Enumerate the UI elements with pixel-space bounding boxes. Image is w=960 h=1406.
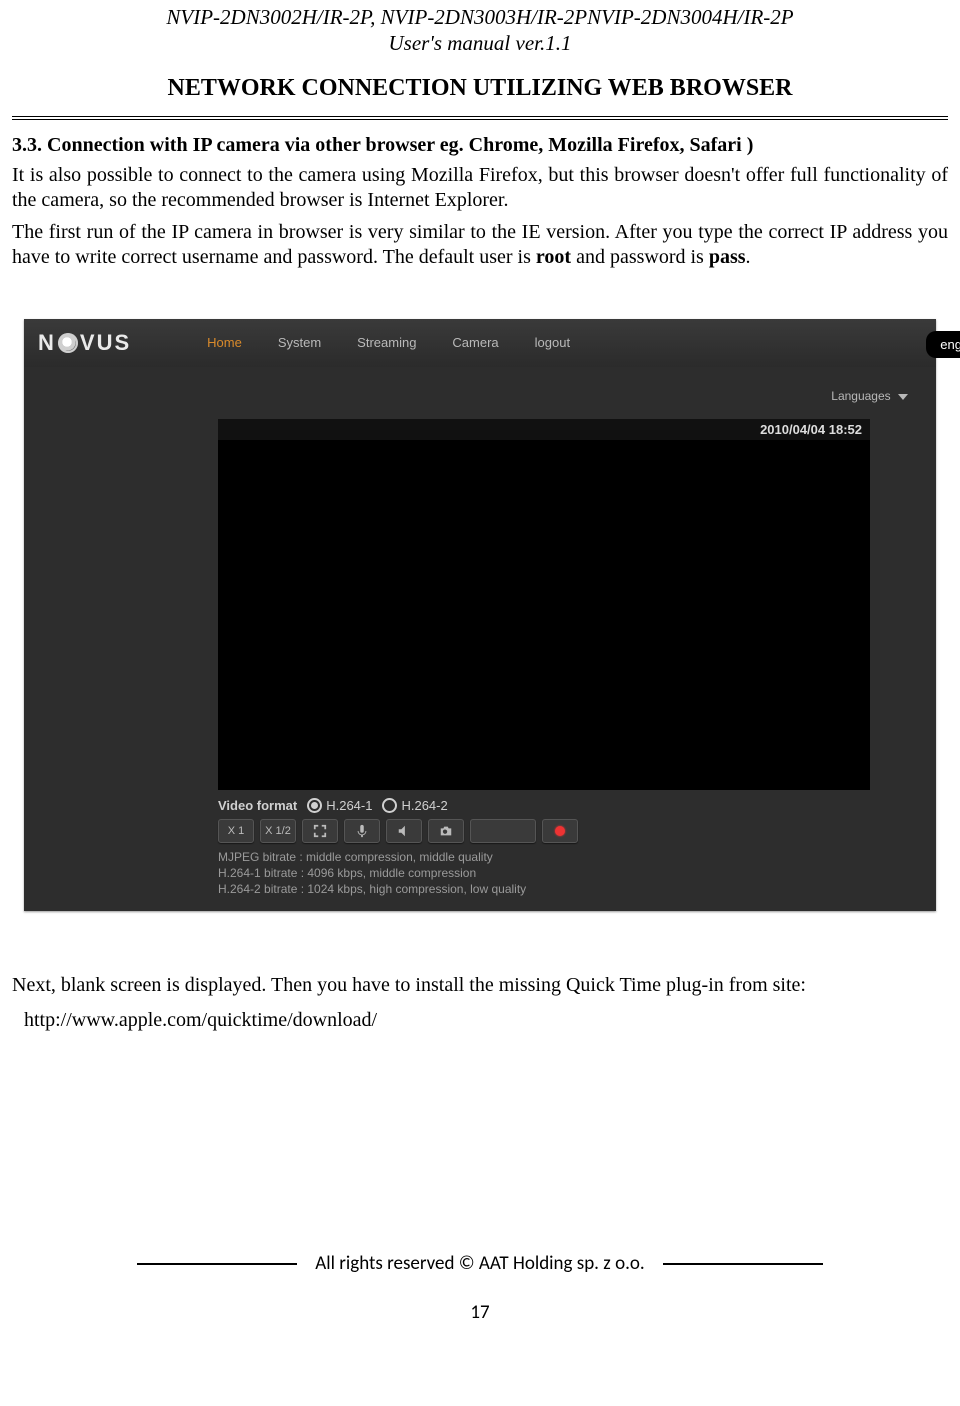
section-title: NETWORK CONNECTION UTILIZING WEB BROWSER <box>12 75 948 102</box>
quicktime-url: http://www.apple.com/quicktime/download/ <box>12 1009 948 1032</box>
languages-dropdown[interactable]: Languages <box>52 389 908 403</box>
radio-h264-1[interactable]: H.264-1 <box>307 798 372 813</box>
video-panel: 2010/04/04 18:52 Video format H.264-1 H.… <box>218 419 870 898</box>
logo-right: VUS <box>80 330 131 356</box>
logo-eye-icon <box>58 333 78 353</box>
fullscreen-button[interactable] <box>302 819 338 843</box>
page-number: 17 <box>12 1301 948 1342</box>
video-area <box>218 440 870 790</box>
speaker-icon <box>397 824 411 838</box>
video-toolbar: X 1 X 1/2 <box>218 819 870 843</box>
speaker-button[interactable] <box>386 819 422 843</box>
stage: Languages 2010/04/04 18:52 Video format … <box>24 367 936 912</box>
tab-camera[interactable]: Camera <box>452 335 498 350</box>
radio-h264-2[interactable]: H.264-2 <box>382 798 447 813</box>
section-divider <box>12 116 948 124</box>
nav-bar: N VUS Home System Streaming Camera logou… <box>24 319 936 367</box>
footer-rule-left <box>137 1263 297 1265</box>
snapshot-button[interactable] <box>428 819 464 843</box>
paragraph-2: The first run of the IP camera in browse… <box>12 220 948 271</box>
header-line-2: User's manual ver.1.1 <box>12 30 948 56</box>
fullscreen-icon <box>313 824 327 838</box>
mic-button[interactable] <box>344 819 380 843</box>
chevron-down-icon <box>898 394 908 400</box>
info-line-3: H.264-2 bitrate : 1024 kbps, high compre… <box>218 881 870 897</box>
doc-header: NVIP-2DN3002H/IR-2P, NVIP-2DN3003H/IR-2P… <box>12 4 948 57</box>
timestamp-bar: 2010/04/04 18:52 <box>218 419 870 440</box>
zoom-x1-button[interactable]: X 1 <box>218 819 254 843</box>
record-button[interactable] <box>542 819 578 843</box>
languages-label: Languages <box>831 389 890 403</box>
tab-home[interactable]: Home <box>207 335 242 350</box>
default-user: root <box>536 246 571 268</box>
tab-system[interactable]: System <box>278 335 321 350</box>
paragraph-1: It is also possible to connect to the ca… <box>12 163 948 214</box>
video-format-row: Video format H.264-1 H.264-2 <box>218 798 870 813</box>
radio-h264-1-label: H.264-1 <box>326 798 372 813</box>
language-side-tab: eng <box>926 331 960 358</box>
zoom-x-half-button[interactable]: X 1/2 <box>260 819 296 843</box>
tab-streaming[interactable]: Streaming <box>357 335 416 350</box>
novus-logo: N VUS <box>38 330 131 356</box>
record-icon <box>555 826 565 836</box>
para2-pre: The first run of the IP camera in browse… <box>12 221 948 269</box>
para2-end: . <box>746 246 751 268</box>
default-pass: pass <box>709 246 746 268</box>
bitrate-info: MJPEG bitrate : middle compression, midd… <box>218 849 870 898</box>
paragraph-3: Next, blank screen is displayed. Then yo… <box>12 973 948 999</box>
mic-icon <box>355 824 369 838</box>
info-line-1: MJPEG bitrate : middle compression, midd… <box>218 849 870 865</box>
radio-icon <box>382 798 397 813</box>
spacer-button[interactable] <box>470 819 536 843</box>
para2-mid: and password is <box>571 246 709 268</box>
logo-left: N <box>38 330 56 356</box>
radio-icon <box>307 798 322 813</box>
footer: All rights reserved © AAT Holding sp. z … <box>12 1252 948 1342</box>
footer-rule-right <box>663 1263 823 1265</box>
radio-h264-2-label: H.264-2 <box>401 798 447 813</box>
info-line-2: H.264-1 bitrate : 4096 kbps, middle comp… <box>218 865 870 881</box>
tab-logout[interactable]: logout <box>535 335 570 350</box>
video-format-label: Video format <box>218 798 297 813</box>
logo-text: N VUS <box>38 330 131 356</box>
footer-text: All rights reserved © AAT Holding sp. z … <box>315 1252 644 1275</box>
subsection-title: 3.3. Connection with IP camera via other… <box>12 134 948 157</box>
header-line-1: NVIP-2DN3002H/IR-2P, NVIP-2DN3003H/IR-2P… <box>12 4 948 30</box>
camera-icon <box>439 824 453 838</box>
camera-ui-screenshot: N VUS Home System Streaming Camera logou… <box>24 319 936 912</box>
